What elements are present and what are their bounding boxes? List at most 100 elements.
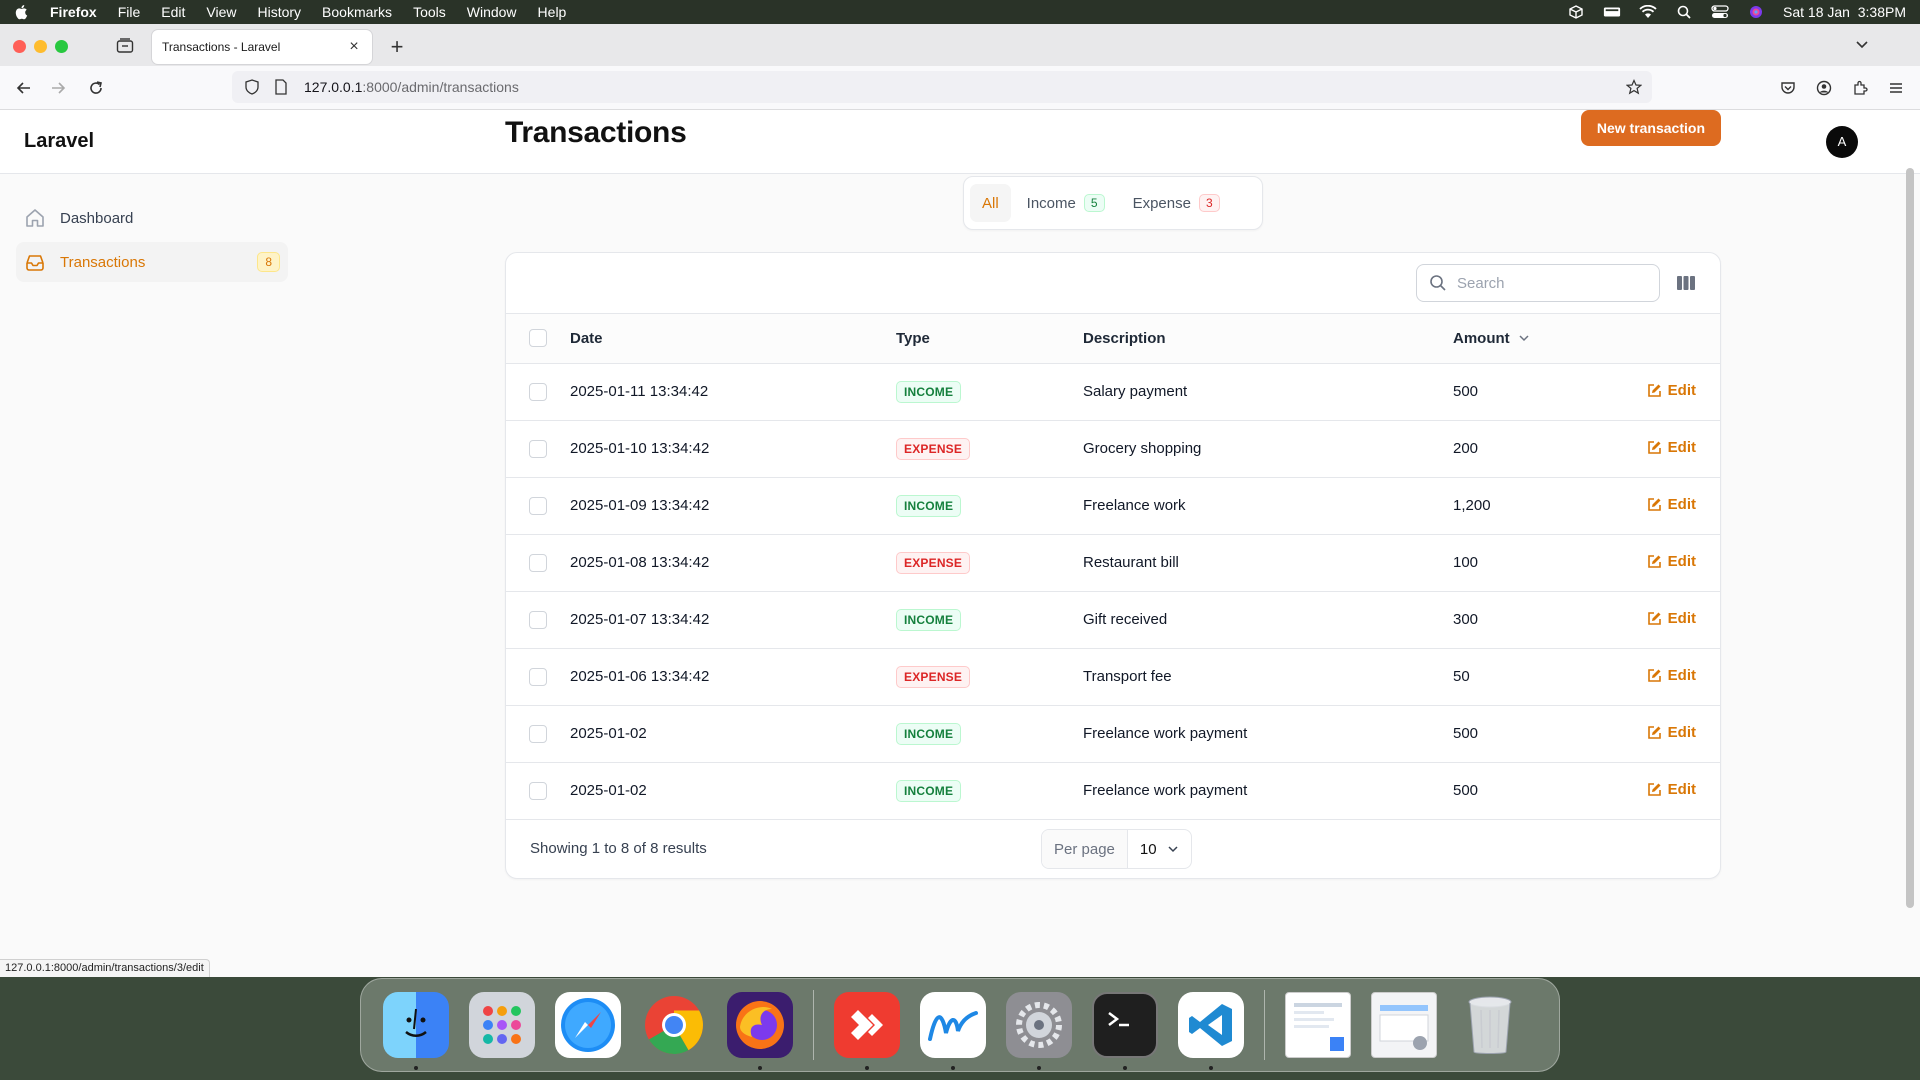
edit-link[interactable]: Edit xyxy=(1647,610,1696,627)
table-row[interactable]: 2025-01-09 13:34:42 INCOME Freelance work 1… xyxy=(506,477,1720,534)
row-checkbox[interactable] xyxy=(529,781,547,800)
apple-logo-icon[interactable] xyxy=(14,4,30,20)
wifi-icon[interactable] xyxy=(1639,5,1657,19)
siri-icon[interactable] xyxy=(1747,5,1765,19)
edit-icon xyxy=(1647,668,1662,683)
row-checkbox[interactable] xyxy=(529,553,547,572)
close-window-button[interactable] xyxy=(13,40,26,53)
close-tab-icon[interactable]: × xyxy=(346,38,362,56)
menubar-clock[interactable]: Sat 18 Jan 3:38PM xyxy=(1783,4,1906,20)
row-checkbox[interactable] xyxy=(529,667,547,686)
edit-icon xyxy=(1647,554,1662,569)
forward-arrow-icon[interactable] xyxy=(48,78,68,98)
dock-safari[interactable] xyxy=(553,990,623,1060)
edit-link[interactable]: Edit xyxy=(1647,724,1696,741)
table-row[interactable]: 2025-01-08 13:34:42 EXPENSE Restaurant bil… xyxy=(506,534,1720,591)
table-row[interactable]: 2025-01-06 13:34:42 EXPENSE Transport fee 5… xyxy=(506,648,1720,705)
column-header-amount[interactable]: Amount xyxy=(1453,314,1633,363)
new-tab-button[interactable]: + xyxy=(386,34,408,60)
url-bar[interactable]: 127.0.0.1:8000/admin/transactions xyxy=(232,71,1652,103)
table-row[interactable]: 2025-01-10 13:34:42 EXPENSE Grocery shoppi… xyxy=(506,420,1720,477)
edit-link[interactable]: Edit xyxy=(1647,553,1696,570)
sidebar-item-dashboard[interactable]: Dashboard xyxy=(16,198,288,238)
page-scrollbar[interactable] xyxy=(1906,168,1914,908)
avatar[interactable]: A xyxy=(1826,125,1858,158)
search-input[interactable] xyxy=(1457,274,1637,292)
bookmark-star-icon[interactable] xyxy=(1626,79,1642,95)
back-arrow-icon[interactable] xyxy=(14,78,34,98)
row-checkbox[interactable] xyxy=(529,439,547,458)
edit-link[interactable]: Edit xyxy=(1647,382,1696,399)
dock-anydesk[interactable] xyxy=(832,990,902,1070)
hamburger-menu-icon[interactable] xyxy=(1886,78,1906,98)
table-row[interactable]: 2025-01-02 INCOME Freelance work payment 50… xyxy=(506,762,1720,819)
document-thumbnail-icon xyxy=(1285,992,1351,1058)
tab-all[interactable]: All xyxy=(970,184,1011,222)
dock-launchpad[interactable] xyxy=(467,990,537,1060)
brand-logo[interactable]: Laravel xyxy=(24,130,94,153)
column-header-type[interactable]: Type xyxy=(896,314,1083,363)
menu-window[interactable]: Window xyxy=(467,4,517,20)
column-header-description[interactable]: Description xyxy=(1083,314,1453,363)
menu-view[interactable]: View xyxy=(206,4,236,20)
dock-chrome[interactable] xyxy=(639,990,709,1060)
per-page-select[interactable]: Per page 10 xyxy=(1041,829,1192,869)
tab-expense[interactable]: Expense 3 xyxy=(1121,184,1232,222)
new-transaction-button[interactable]: New transaction xyxy=(1580,110,1721,146)
search-field[interactable] xyxy=(1416,264,1660,302)
results-summary: Showing 1 to 8 of 8 results xyxy=(530,839,707,857)
dock-vscode[interactable] xyxy=(1176,990,1246,1070)
reload-icon[interactable] xyxy=(86,78,106,98)
menu-help[interactable]: Help xyxy=(538,4,567,20)
page-info-icon[interactable] xyxy=(274,79,290,95)
dock-finder-window[interactable] xyxy=(1369,990,1439,1060)
package-icon[interactable] xyxy=(1567,5,1585,19)
table-row[interactable]: 2025-01-02 INCOME Freelance work payment 50… xyxy=(506,705,1720,762)
chevron-down-icon[interactable] xyxy=(1854,36,1870,52)
dock-firefox[interactable] xyxy=(725,990,795,1070)
dock-system-settings[interactable] xyxy=(1004,990,1074,1070)
minimize-window-button[interactable] xyxy=(34,40,47,53)
row-checkbox[interactable] xyxy=(529,724,547,743)
active-tab[interactable]: Transactions - Laravel × xyxy=(152,30,372,64)
extensions-icon[interactable] xyxy=(1850,78,1870,98)
menu-file[interactable]: File xyxy=(118,4,141,20)
sidebar-item-transactions[interactable]: Transactions 8 xyxy=(16,242,288,282)
edit-link[interactable]: Edit xyxy=(1647,667,1696,684)
pocket-icon[interactable] xyxy=(1778,78,1798,98)
per-page-value[interactable]: 10 xyxy=(1128,841,1191,858)
edit-link[interactable]: Edit xyxy=(1647,439,1696,456)
zoom-window-button[interactable] xyxy=(55,40,68,53)
menu-edit[interactable]: Edit xyxy=(161,4,185,20)
sidebar-item-label: Transactions xyxy=(60,253,146,271)
spotlight-search-icon[interactable] xyxy=(1675,5,1693,19)
edit-link[interactable]: Edit xyxy=(1647,781,1696,798)
menu-app-name[interactable]: Firefox xyxy=(50,4,97,20)
dock-freeform[interactable] xyxy=(918,990,988,1070)
select-all-checkbox[interactable] xyxy=(529,329,547,348)
table-row[interactable]: 2025-01-07 13:34:42 INCOME Gift received 30… xyxy=(506,591,1720,648)
row-checkbox[interactable] xyxy=(529,382,547,401)
row-checkbox[interactable] xyxy=(529,496,547,515)
type-badge: EXPENSE xyxy=(896,551,971,574)
sort-chevron-down-icon[interactable] xyxy=(1518,332,1530,344)
dock-preview-window[interactable] xyxy=(1283,990,1353,1060)
edit-link[interactable]: Edit xyxy=(1647,496,1696,513)
table-row[interactable]: 2025-01-11 13:34:42 INCOME Salary payment 5… xyxy=(506,363,1720,420)
control-center-icon[interactable] xyxy=(1711,5,1729,19)
row-checkbox[interactable] xyxy=(529,610,547,629)
column-header-date[interactable]: Date xyxy=(570,314,896,363)
menu-history[interactable]: History xyxy=(257,4,301,20)
dock-finder[interactable] xyxy=(381,990,451,1070)
column-toggle-icon[interactable] xyxy=(1676,274,1696,292)
tab-income[interactable]: Income 5 xyxy=(1015,184,1117,222)
display-icon[interactable] xyxy=(1603,5,1621,19)
menu-bookmarks[interactable]: Bookmarks xyxy=(322,4,392,20)
dock-trash[interactable] xyxy=(1455,990,1525,1060)
account-icon[interactable] xyxy=(1814,78,1834,98)
tab-overview-icon[interactable] xyxy=(116,38,134,54)
tracking-shield-icon[interactable] xyxy=(244,79,260,95)
dock-terminal[interactable] xyxy=(1090,990,1160,1070)
menu-tools[interactable]: Tools xyxy=(413,4,446,20)
type-badge: EXPENSE xyxy=(896,665,971,688)
